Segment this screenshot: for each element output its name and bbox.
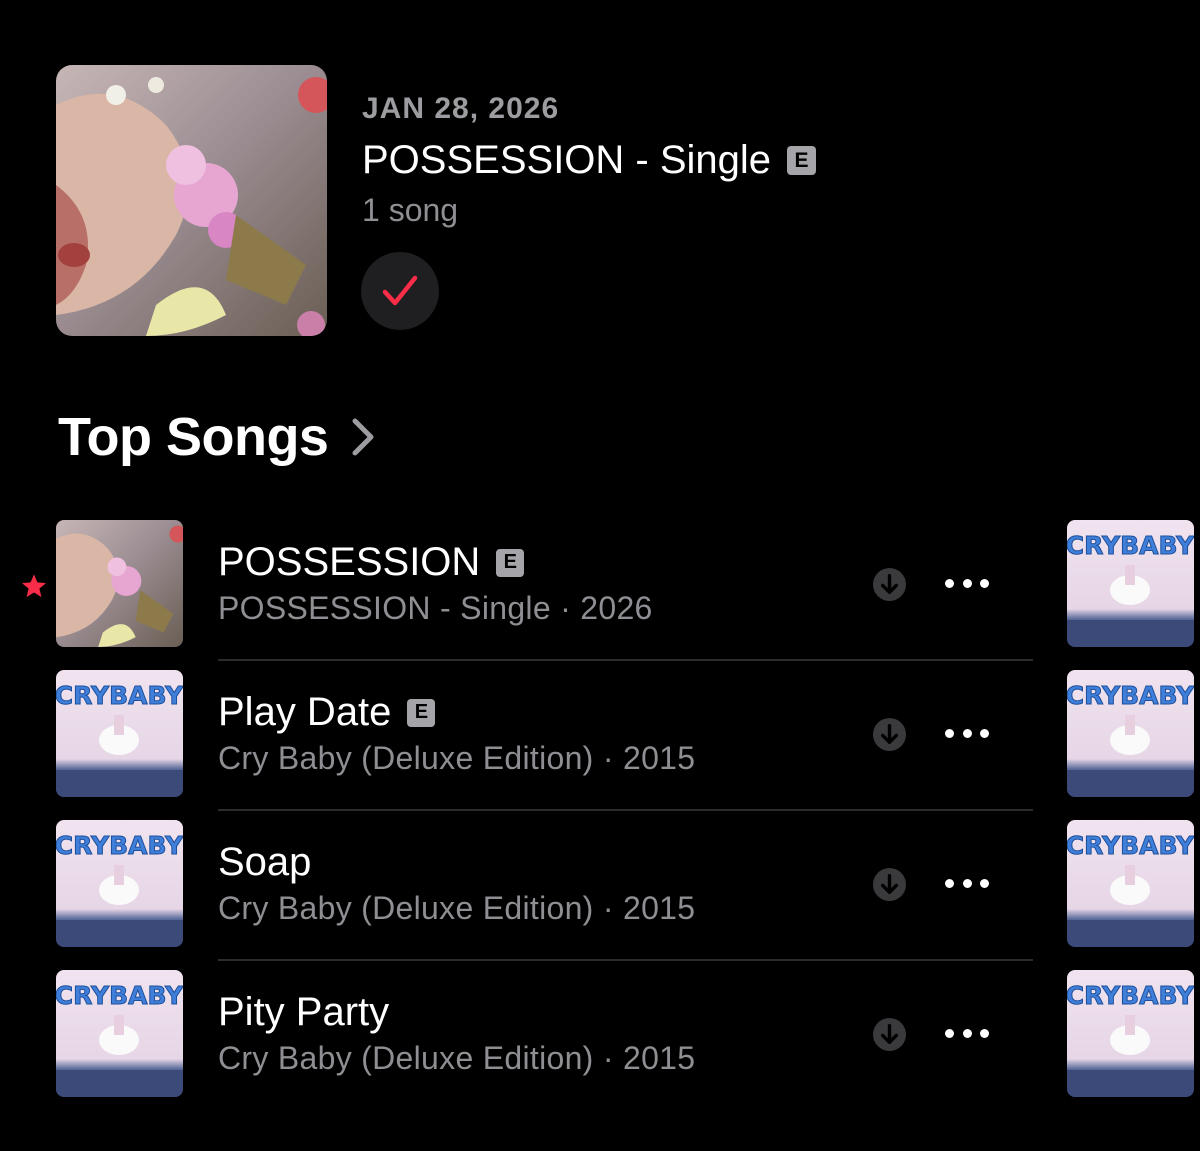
song-artwork [56, 520, 183, 647]
song-title: Pity Party [218, 990, 390, 1034]
latest-release-artwork[interactable] [56, 65, 327, 336]
side-album-artwork[interactable]: CRYBABY [1067, 670, 1194, 797]
artist-page: JAN 28, 2026 POSSESSION - Single E 1 son… [0, 0, 1200, 1151]
song-artwork: CRYBABY [56, 670, 183, 797]
song-subtitle: Cry Baby (Deluxe Edition) · 2015 [218, 890, 696, 926]
cover-lettering: CRYBABY [1067, 981, 1194, 1010]
song-row[interactable]: POSSESSION E POSSESSION - Single · 2026 … [0, 520, 1200, 670]
more-ellipsis-icon[interactable] [942, 565, 992, 601]
explicit-badge: E [407, 698, 436, 727]
side-album-artwork[interactable]: CRYBABY [1067, 820, 1194, 947]
chevron-right-icon [352, 418, 374, 456]
latest-release-title[interactable]: POSSESSION - Single [362, 138, 771, 183]
song-title: POSSESSION [218, 540, 481, 584]
side-album-artwork[interactable]: CRYBABY [1067, 520, 1194, 647]
more-ellipsis-icon[interactable] [942, 865, 992, 901]
download-icon[interactable] [872, 717, 907, 752]
song-artwork: CRYBABY [56, 820, 183, 947]
release-date: JAN 28, 2026 [362, 92, 560, 125]
explicit-badge: E [496, 548, 525, 577]
download-icon[interactable] [872, 867, 907, 902]
song-row[interactable]: CRYBABY Pity Party Cry Baby (Deluxe Edit… [0, 970, 1200, 1120]
more-ellipsis-icon[interactable] [942, 1015, 992, 1051]
song-subtitle: Cry Baby (Deluxe Edition) · 2015 [218, 740, 696, 776]
cover-lettering: CRYBABY [56, 981, 183, 1010]
download-icon[interactable] [872, 1017, 907, 1052]
cover-lettering: CRYBABY [1067, 681, 1194, 710]
song-title: Soap [218, 840, 312, 884]
row-divider [218, 959, 1033, 961]
song-subtitle: Cry Baby (Deluxe Edition) · 2015 [218, 1040, 696, 1076]
side-album-artwork[interactable]: CRYBABY [1067, 970, 1194, 1097]
song-subtitle: POSSESSION - Single · 2026 [218, 590, 653, 626]
checkmark-icon [382, 275, 418, 306]
section-title[interactable]: Top Songs [58, 406, 329, 468]
download-icon[interactable] [872, 567, 907, 602]
cover-lettering: CRYBABY [1067, 831, 1194, 860]
song-title-line: Play Date E [218, 690, 436, 735]
added-to-library-button[interactable] [361, 252, 439, 330]
cover-lettering: CRYBABY [56, 831, 183, 860]
row-divider [218, 809, 1033, 811]
song-title-line: POSSESSION E [218, 540, 525, 585]
song-title: Play Date [218, 690, 392, 734]
cover-lettering: CRYBABY [1067, 531, 1194, 560]
row-divider [218, 659, 1033, 661]
song-artwork: CRYBABY [56, 970, 183, 1097]
cover-lettering: CRYBABY [56, 681, 183, 710]
song-title-line: Pity Party [218, 990, 389, 1035]
song-row[interactable]: CRYBABY Soap Cry Baby (Deluxe Edition) ·… [0, 820, 1200, 970]
top-songs-header[interactable]: Top Songs [58, 406, 376, 468]
latest-release-title-row[interactable]: POSSESSION - Single E [362, 138, 817, 183]
song-title-line: Soap [218, 840, 311, 885]
song-count: 1 song [362, 192, 459, 228]
more-ellipsis-icon[interactable] [942, 715, 992, 751]
star-icon [21, 574, 47, 598]
song-row[interactable]: CRYBABY Play Date E Cry Baby (Deluxe Edi… [0, 670, 1200, 820]
explicit-badge: E [787, 146, 817, 175]
